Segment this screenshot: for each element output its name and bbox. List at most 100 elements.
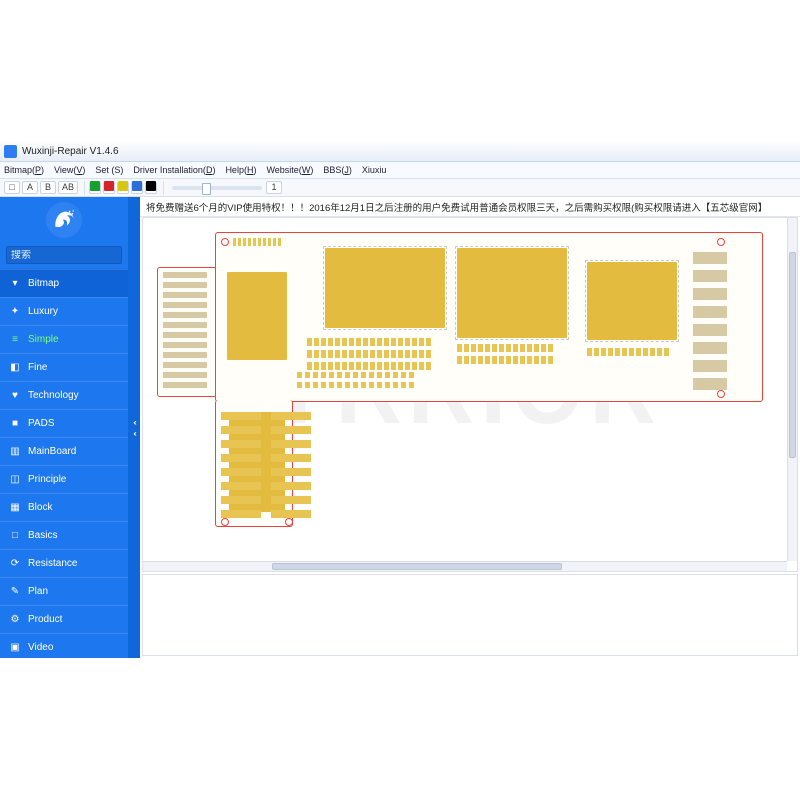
category-icon: ■ <box>8 418 22 429</box>
menu-bbs[interactable]: BBS(J) <box>323 165 352 175</box>
scroll-thumb[interactable] <box>789 252 796 458</box>
tool-style-ab[interactable]: AB <box>58 181 78 194</box>
pcb-component <box>221 454 261 462</box>
sidebar-item-luxury[interactable]: ✦Luxury <box>0 297 128 325</box>
pcb-component <box>321 382 326 388</box>
pcb-component <box>363 362 368 370</box>
viewer[interactable]: YRRIOR <box>142 217 798 572</box>
pcb-component <box>608 348 613 356</box>
color-swatch[interactable] <box>103 182 115 194</box>
pcb-component <box>221 440 261 448</box>
h-scrollbar[interactable] <box>143 561 787 571</box>
sidebar-item-bitmap[interactable]: ▾Bitmap <box>0 269 128 297</box>
pcb-component <box>657 348 662 356</box>
pcb-component <box>426 362 431 370</box>
window-title: Wuxinji-Repair V1.4.6 <box>22 146 119 157</box>
pcb-component <box>349 338 354 346</box>
pcb-component <box>534 344 539 352</box>
search-box[interactable]: 🔍 <box>6 246 122 264</box>
sidebar-item-label: MainBoard <box>28 446 76 457</box>
pcb-component <box>384 350 389 358</box>
sidebar-item-fine[interactable]: ◧Fine <box>0 353 128 381</box>
category-icon: ◫ <box>8 474 22 485</box>
sidebar-item-label: Technology <box>28 390 79 401</box>
sidebar-item-video[interactable]: ▣Video <box>0 633 128 658</box>
sidebar-item-resistance[interactable]: ⟳Resistance <box>0 549 128 577</box>
sidebar-item-product[interactable]: ⚙Product <box>0 605 128 633</box>
scroll-thumb[interactable] <box>272 563 562 570</box>
pcb-component <box>163 302 207 308</box>
v-scrollbar[interactable] <box>787 218 797 561</box>
app-window: Wuxinji-Repair V1.4.6 Bitmap(P) View(V) Se… <box>0 142 800 658</box>
pcb-component <box>636 348 641 356</box>
pcb-component <box>485 356 490 364</box>
pcb-component <box>370 350 375 358</box>
menu-help[interactable]: Help(H) <box>225 165 256 175</box>
sidebar-item-principle[interactable]: ◫Principle <box>0 465 128 493</box>
color-swatch[interactable] <box>117 182 129 194</box>
sidebar-item-pads[interactable]: ■PADS <box>0 409 128 437</box>
pcb-component <box>221 412 261 420</box>
category-icon: ▾ <box>8 278 22 289</box>
tool-style-a[interactable]: A <box>22 181 38 194</box>
pcb-component <box>401 372 406 378</box>
pcb-component <box>353 372 358 378</box>
pcb-component <box>163 322 207 328</box>
sidebar-item-label: Fine <box>28 362 47 373</box>
pcb-component <box>693 360 727 372</box>
color-swatch[interactable] <box>131 182 143 194</box>
pcb-component <box>321 350 326 358</box>
search-input[interactable] <box>7 250 147 261</box>
pcb-component <box>345 372 350 378</box>
menu-xiuxiu[interactable]: Xiuxiu <box>362 165 387 175</box>
menu-driver-installation[interactable]: Driver Installation(D) <box>133 165 215 175</box>
pcb-component <box>329 382 334 388</box>
pcb-component <box>307 362 312 370</box>
pcb-component <box>391 338 396 346</box>
pcb-component <box>405 362 410 370</box>
pcb-component <box>248 238 251 246</box>
menu-view[interactable]: View(V) <box>54 165 85 175</box>
pcb-component <box>594 348 599 356</box>
pcb-component <box>377 382 382 388</box>
sidebar-item-block[interactable]: ▦Block <box>0 493 128 521</box>
tool-style-b[interactable]: B <box>40 181 56 194</box>
sidebar-item-mainboard[interactable]: ▥MainBoard <box>0 437 128 465</box>
info-pane[interactable] <box>142 574 798 656</box>
tool-rect[interactable]: □ <box>4 181 20 194</box>
sidebar-collapse[interactable]: ‹‹ ‹‹ <box>128 197 140 658</box>
menu-website[interactable]: Website(W) <box>266 165 313 175</box>
color-swatch[interactable] <box>89 182 101 194</box>
color-swatch[interactable] <box>145 182 157 194</box>
pcb-component <box>271 482 311 490</box>
pcb-component <box>370 338 375 346</box>
viewer-canvas[interactable]: YRRIOR <box>143 218 787 561</box>
pcb-component <box>513 344 518 352</box>
sidebar-item-technology[interactable]: ♥Technology <box>0 381 128 409</box>
toolbar-size[interactable]: 1 <box>266 181 282 194</box>
pcb-component <box>401 382 406 388</box>
pcb-component <box>412 338 417 346</box>
menu-bitmap[interactable]: Bitmap(P) <box>4 165 44 175</box>
pcb-component <box>363 350 368 358</box>
pcb-component <box>271 510 311 518</box>
pcb-component <box>664 348 669 356</box>
sidebar-item-plan[interactable]: ✎Plan <box>0 577 128 605</box>
pcb-component <box>370 362 375 370</box>
menu-set-s-[interactable]: Set (S) <box>95 165 123 175</box>
category-icon: ✦ <box>8 306 22 317</box>
toolbar-slider[interactable] <box>172 186 262 190</box>
pcb-component <box>163 352 207 358</box>
sidebar-item-label: Simple <box>28 334 59 345</box>
pcb-component <box>337 372 342 378</box>
pcb-component <box>314 338 319 346</box>
pcb-component <box>377 372 382 378</box>
pcb-component <box>335 338 340 346</box>
sidebar-item-simple[interactable]: ≡Simple <box>0 325 128 353</box>
pcb-component <box>263 238 266 246</box>
pcb-component <box>471 356 476 364</box>
pcb-component <box>321 362 326 370</box>
pcb-component <box>398 350 403 358</box>
pcb-component <box>314 362 319 370</box>
sidebar-item-basics[interactable]: □Basics <box>0 521 128 549</box>
